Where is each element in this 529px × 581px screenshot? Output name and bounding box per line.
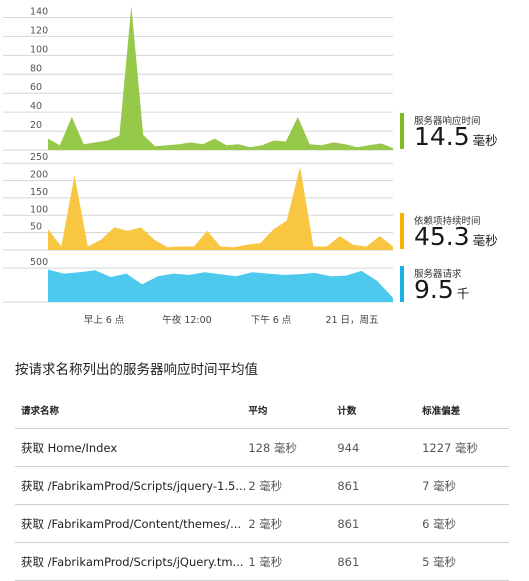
cell-count: 861 [336, 466, 422, 505]
cell-request-name: 获取 /FabrikamProd/Content/themes/... [15, 504, 248, 543]
column-header-request-name[interactable]: 请求名称 [15, 392, 248, 429]
column-header-count[interactable]: 计数 [336, 392, 422, 429]
kpi-unit: 毫秒 [472, 133, 498, 148]
kpi-value: 45.3 毫秒 [414, 222, 498, 251]
x-tick-label: 下午 6 点 [251, 314, 292, 326]
cell-request-name: 获取 Home/Index [15, 428, 248, 467]
kpi-unit: 毫秒 [472, 233, 498, 248]
kpi-color-bar [400, 266, 404, 302]
y-tick-label: 250 [30, 152, 48, 163]
series-area [48, 269, 393, 302]
y-tick-label: 100 [30, 204, 48, 215]
column-header-average[interactable]: 平均 [247, 392, 337, 429]
table-row[interactable]: 获取 /FabrikamProd/Content/themes/... 2 毫秒… [15, 504, 509, 543]
requests-table: 请求名称 平均 计数 标准偏差 获取 Home/Index 128 毫秒 944… [15, 392, 509, 581]
y-tick-label: 120 [30, 25, 48, 36]
y-tick-label: 80 [30, 63, 42, 74]
y-tick-label: 40 [30, 101, 42, 112]
y-tick-label: 50 [30, 222, 42, 233]
series-area [48, 166, 393, 250]
kpi-unit: 千 [456, 286, 470, 301]
y-tick-label: 100 [30, 44, 48, 55]
y-tick-label: 20 [30, 120, 42, 131]
series-area [48, 6, 393, 150]
x-tick-label: 21 日，周五 [325, 315, 378, 326]
cell-average: 2 毫秒 [247, 504, 337, 543]
kpi-color-bar [400, 213, 404, 249]
y-tick-label: 150 [30, 187, 48, 198]
section-title: 按请求名称列出的服务器响应时间平均值 [15, 362, 258, 378]
kpi-value: 9.5 千 [414, 275, 470, 304]
cell-count: 944 [336, 428, 422, 467]
y-tick-label: 500 [30, 257, 48, 268]
y-tick-label: 140 [30, 6, 48, 17]
x-tick-label: 早上 6 点 [84, 315, 125, 326]
table-header-row: 请求名称 平均 计数 标准偏差 [15, 392, 509, 429]
cell-count: 861 [336, 504, 422, 543]
y-tick-label: 60 [30, 82, 42, 93]
column-header-std-dev[interactable]: 标准偏差 [421, 392, 509, 429]
cell-average: 128 毫秒 [247, 428, 337, 467]
y-tick-label: 200 [30, 170, 48, 181]
kpi-color-bar [400, 113, 404, 149]
cell-std-dev: 6 毫秒 [421, 504, 509, 543]
kpi-value: 14.5 毫秒 [414, 122, 498, 151]
table-row[interactable]: 获取 Home/Index 128 毫秒 944 1227 毫秒 [15, 428, 509, 467]
cell-average: 2 毫秒 [247, 466, 337, 505]
table-row[interactable]: 获取 /FabrikamProd/Scripts/jquery-1.5... 2… [15, 466, 509, 505]
x-tick-label: 午夜 12:00 [162, 314, 211, 326]
cell-std-dev: 7 毫秒 [421, 466, 509, 505]
cell-std-dev: 1227 毫秒 [421, 428, 509, 467]
cell-request-name: 获取 /FabrikamProd/Scripts/jquery-1.5... [15, 466, 248, 505]
